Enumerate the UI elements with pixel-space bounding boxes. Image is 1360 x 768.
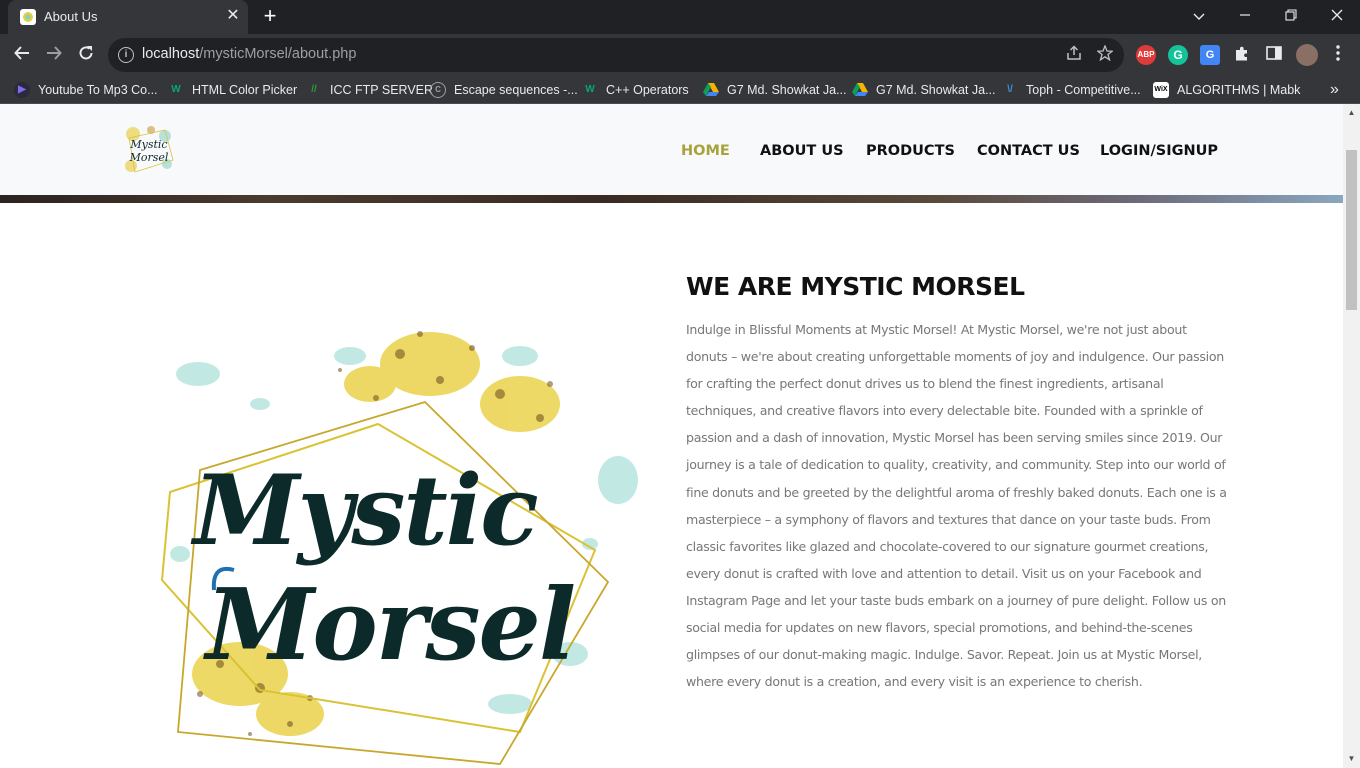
grammarly-icon[interactable]: G bbox=[1168, 45, 1188, 65]
bookmark-item[interactable]: G7 Md. Showkat Ja... bbox=[852, 81, 996, 99]
address-bar[interactable]: i localhost/mysticMorsel/about.php bbox=[108, 38, 1124, 72]
site-favicon-icon bbox=[20, 9, 36, 25]
bookmark-star-icon[interactable] bbox=[1095, 44, 1115, 65]
brand-logo[interactable]: Mystic Morsel bbox=[121, 124, 177, 176]
google-drive-icon bbox=[852, 82, 868, 98]
nav-products[interactable]: PRODUCTS bbox=[866, 143, 955, 159]
bookmark-item[interactable]: // ICC FTP SERVER bbox=[306, 81, 433, 99]
wix-icon: WiX bbox=[1153, 82, 1169, 98]
site-header: Mystic Morsel HOME ABOUT US PRODUCTS CON… bbox=[0, 104, 1343, 195]
youtube-mp3-icon: ▶ bbox=[14, 82, 30, 98]
mystic-morsel-logo-image: Mystic Morsel bbox=[140, 294, 660, 768]
google-translate-icon[interactable]: G bbox=[1200, 45, 1220, 65]
share-icon[interactable] bbox=[1064, 45, 1084, 65]
nav-login-signup[interactable]: LOGIN/SIGNUP bbox=[1100, 143, 1218, 159]
bookmark-item[interactable]: ▶ Youtube To Mp3 Co... bbox=[14, 81, 158, 99]
nav-home[interactable]: HOME bbox=[681, 143, 730, 159]
logo-word-morsel: Morsel bbox=[203, 568, 574, 683]
minimize-button[interactable] bbox=[1230, 4, 1260, 28]
w3schools-icon: W bbox=[171, 84, 181, 95]
back-button[interactable] bbox=[8, 41, 36, 69]
page-viewport: Mystic Morsel HOME ABOUT US PRODUCTS CON… bbox=[0, 104, 1343, 768]
scroll-down-arrow-icon[interactable]: ▼ bbox=[1343, 752, 1360, 766]
profile-avatar[interactable] bbox=[1296, 44, 1318, 66]
bookmark-label: C++ Operators bbox=[606, 83, 689, 97]
w3schools-icon: W bbox=[585, 84, 595, 95]
side-panel-icon[interactable] bbox=[1264, 45, 1284, 65]
brand-logo-word-2: Morsel bbox=[129, 151, 169, 164]
bookmark-item[interactable]: \/ Toph - Competitive... bbox=[1002, 81, 1141, 99]
nav-contact-us[interactable]: CONTACT US bbox=[977, 143, 1080, 159]
more-bookmarks-button[interactable]: » bbox=[1330, 81, 1339, 99]
scroll-up-arrow-icon[interactable]: ▲ bbox=[1343, 106, 1360, 120]
bookmark-label: Youtube To Mp3 Co... bbox=[38, 83, 158, 97]
bookmark-label: Escape sequences -... bbox=[454, 83, 578, 97]
bookmark-label: ICC FTP SERVER bbox=[330, 83, 434, 97]
about-paragraph: Indulge in Blissful Moments at Mystic Mo… bbox=[686, 322, 1227, 690]
forward-button[interactable] bbox=[40, 41, 68, 69]
bookmark-item[interactable]: W C++ Operators bbox=[582, 81, 689, 99]
reload-button[interactable] bbox=[72, 41, 100, 69]
close-tab-icon[interactable]: ✕ bbox=[224, 7, 242, 25]
bookmark-label: ALGORITHMS | Mabk bbox=[1177, 83, 1301, 97]
hero-image-edge bbox=[0, 195, 1343, 203]
bookmark-item[interactable]: WiX ALGORITHMS | Mabk bbox=[1153, 81, 1300, 99]
about-heading: WE ARE MYSTIC MORSEL bbox=[686, 272, 1025, 301]
bookmark-item[interactable]: G7 Md. Showkat Ja... bbox=[703, 81, 847, 99]
browser-toolbar: i localhost/mysticMorsel/about.php ABP G… bbox=[0, 34, 1360, 76]
site-info-icon[interactable]: i bbox=[118, 47, 134, 63]
scrollbar-thumb[interactable] bbox=[1346, 150, 1357, 310]
nav-about-us[interactable]: ABOUT US bbox=[760, 143, 844, 159]
tab-title: About Us bbox=[44, 9, 98, 24]
adblock-plus-icon[interactable]: ABP bbox=[1136, 45, 1156, 65]
tab-search-icon[interactable] bbox=[1184, 4, 1214, 28]
bookmarks-bar: ▶ Youtube To Mp3 Co... W HTML Color Pick… bbox=[0, 76, 1360, 104]
bookmark-label: Toph - Competitive... bbox=[1026, 83, 1141, 97]
browser-menu-icon[interactable] bbox=[1328, 45, 1348, 65]
cplusplus-icon: C bbox=[430, 82, 446, 98]
bookmark-item[interactable]: W HTML Color Picker bbox=[168, 81, 297, 99]
google-drive-icon bbox=[703, 82, 719, 98]
icc-ftp-icon: // bbox=[311, 84, 317, 95]
toph-icon: \/ bbox=[1007, 84, 1013, 95]
brand-logo-word-1: Mystic bbox=[129, 138, 167, 151]
new-tab-button[interactable]: + bbox=[258, 5, 282, 29]
url-host: localhost bbox=[142, 46, 200, 62]
page-scrollbar[interactable]: ▲ ▼ bbox=[1343, 104, 1360, 768]
bookmark-label: G7 Md. Showkat Ja... bbox=[727, 83, 847, 97]
browser-tab-active[interactable]: About Us ✕ bbox=[8, 0, 248, 34]
tab-strip: About Us ✕ + bbox=[0, 0, 1360, 34]
logo-word-mystic: Mystic bbox=[190, 454, 537, 567]
url-text[interactable]: localhost/mysticMorsel/about.php bbox=[142, 46, 356, 62]
extensions-puzzle-icon[interactable] bbox=[1232, 45, 1252, 65]
restore-button[interactable] bbox=[1276, 4, 1306, 28]
bookmark-label: HTML Color Picker bbox=[192, 83, 298, 97]
bookmark-item[interactable]: C Escape sequences -... bbox=[430, 81, 578, 99]
close-window-button[interactable] bbox=[1322, 4, 1352, 28]
bookmark-label: G7 Md. Showkat Ja... bbox=[876, 83, 996, 97]
url-path: /mysticMorsel/about.php bbox=[199, 46, 357, 62]
